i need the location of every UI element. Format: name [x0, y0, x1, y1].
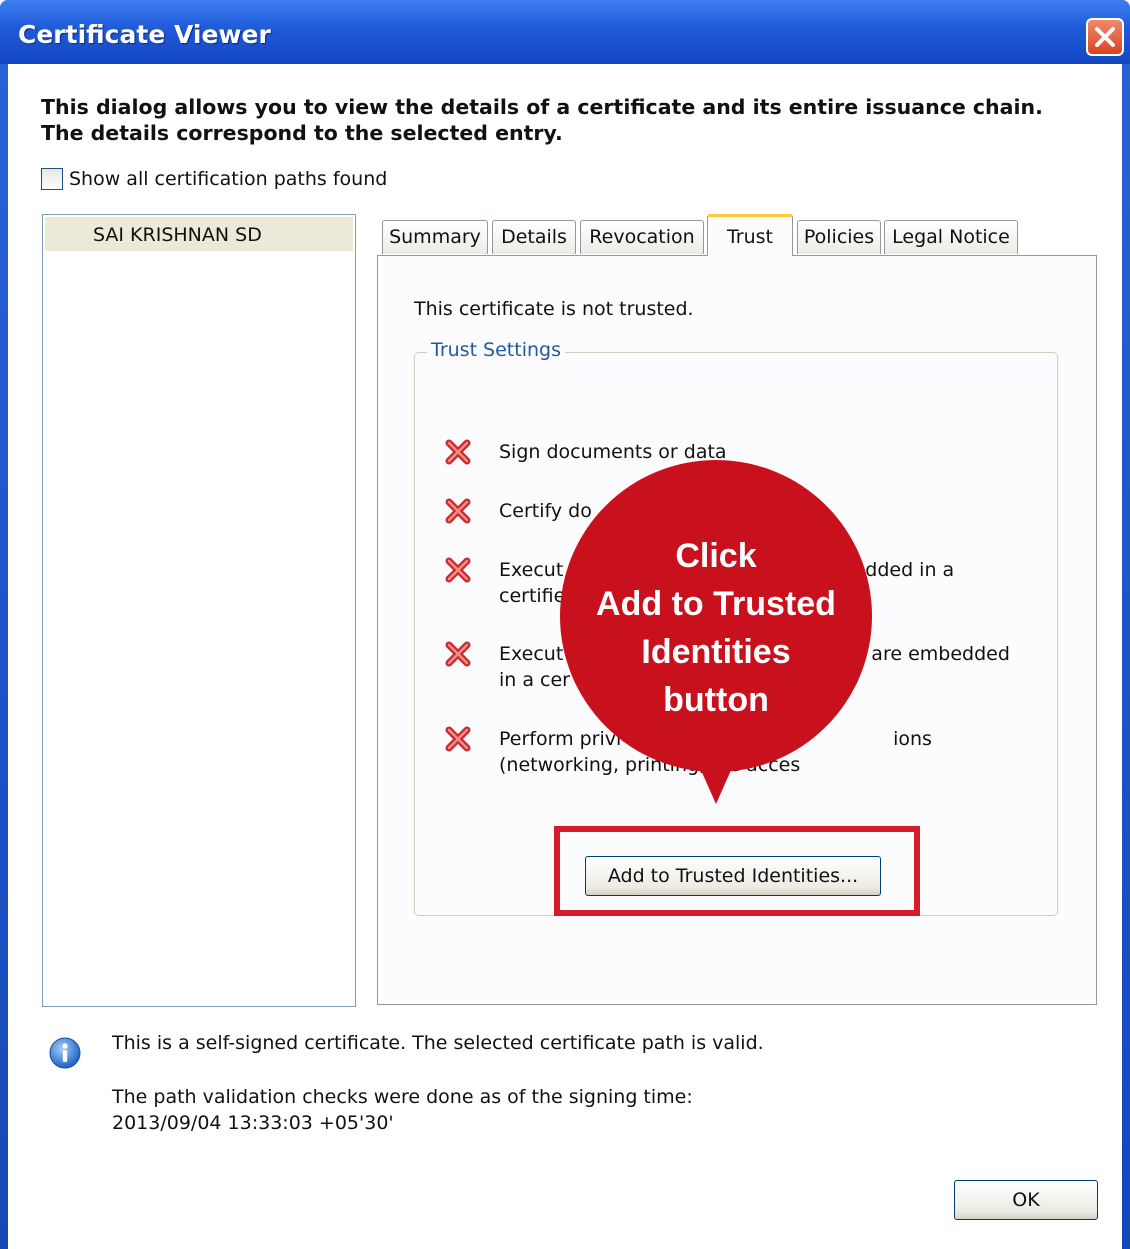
show-all-paths-checkbox[interactable]: [41, 168, 63, 190]
trust-status-text: This certificate is not trusted.: [414, 298, 694, 320]
tab-trust[interactable]: Trust: [707, 214, 793, 256]
intro-text: This dialog allows you to view the detai…: [41, 95, 1043, 145]
certificate-viewer-window: Certificate Viewer This dialog allows yo…: [0, 0, 1130, 1249]
instruction-callout: Click Add to Trusted Identities button: [560, 460, 872, 804]
path-validation-line-1: The path validation checks were done as …: [112, 1086, 693, 1108]
show-all-paths-label[interactable]: Show all certification paths found: [69, 168, 387, 190]
dialog-body: This dialog allows you to view the detai…: [8, 64, 1122, 1249]
red-x-icon: [445, 498, 471, 524]
certificate-chain-tree[interactable]: SAI KRISHNAN SD: [42, 214, 356, 1007]
info-icon: [49, 1037, 81, 1069]
self-signed-text: This is a self-signed certificate. The s…: [112, 1032, 764, 1054]
callout-line-2: Add to Trusted: [596, 585, 836, 623]
callout-line-4: button: [663, 681, 769, 719]
tab-legal-notice[interactable]: Legal Notice: [884, 220, 1018, 254]
red-x-icon: [445, 641, 471, 667]
tree-item-label: SAI KRISHNAN SD: [93, 224, 262, 246]
title-bar[interactable]: Certificate Viewer: [0, 0, 1130, 64]
tab-strip: Summary Details Revocation Trust Policie…: [382, 214, 1102, 256]
tab-details[interactable]: Details: [492, 220, 576, 254]
tree-item-certificate[interactable]: SAI KRISHNAN SD: [45, 217, 353, 251]
show-all-paths-row[interactable]: Show all certification paths found: [41, 166, 387, 192]
tab-summary[interactable]: Summary: [382, 220, 488, 254]
red-x-icon: [445, 726, 471, 752]
window-title: Certificate Viewer: [18, 20, 271, 49]
red-x-icon: [445, 557, 471, 583]
callout-line-3: Identities: [641, 633, 791, 671]
tab-revocation[interactable]: Revocation: [580, 220, 704, 254]
close-button[interactable]: [1086, 18, 1124, 56]
close-icon: [1095, 27, 1115, 47]
highlight-box: [554, 826, 920, 916]
path-validation-line-2: 2013/09/04 13:33:03 +05'30': [112, 1112, 394, 1134]
path-validation-text: The path validation checks were done as …: [112, 1084, 693, 1136]
trust-settings-title: Trust Settings: [427, 339, 565, 361]
callout-text: Click Add to Trusted Identities button: [560, 532, 872, 724]
red-x-icon: [445, 439, 471, 465]
ok-button[interactable]: OK: [954, 1180, 1098, 1220]
callout-line-1: Click: [675, 537, 757, 575]
tab-policies[interactable]: Policies: [797, 220, 881, 254]
